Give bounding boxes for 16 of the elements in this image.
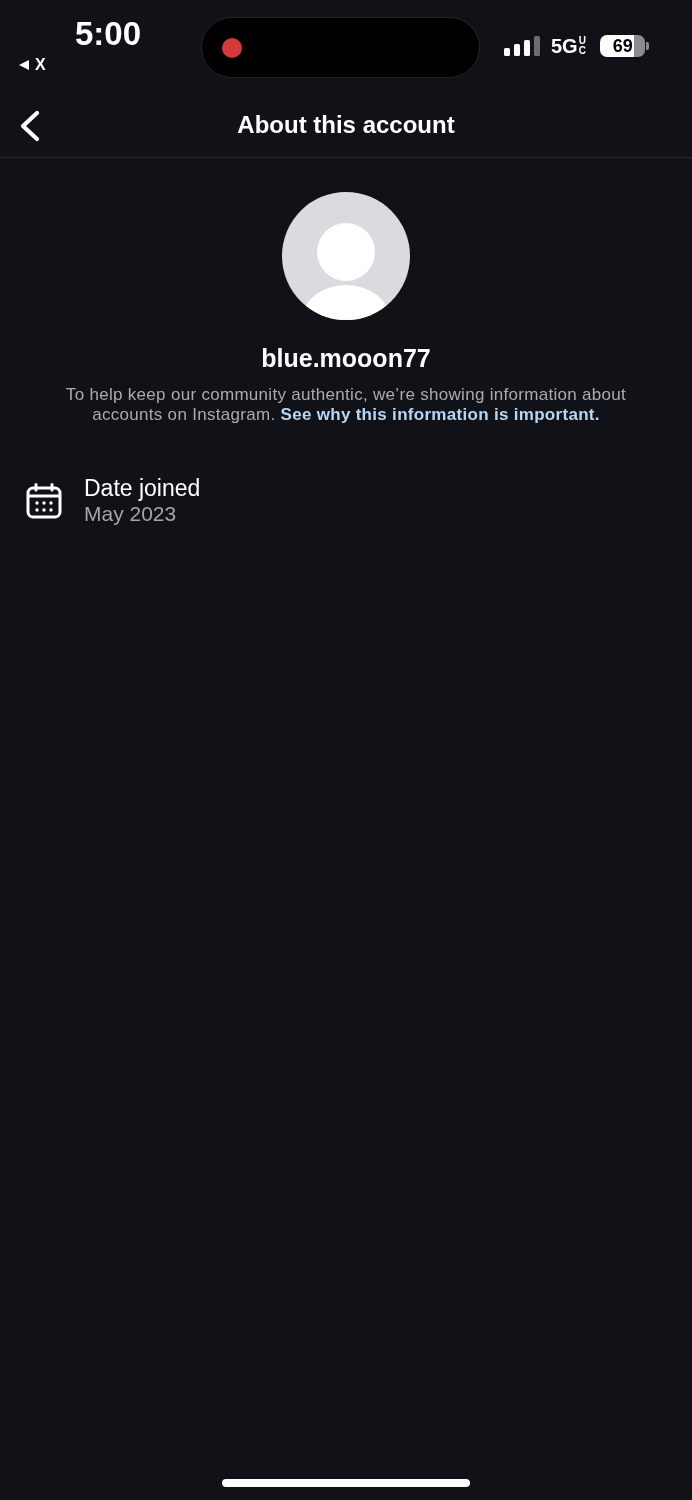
triangle-left-icon <box>19 60 29 70</box>
detail-value: May 2023 <box>84 501 177 526</box>
username: blue.mooon77 <box>261 344 431 372</box>
page-title: About this account <box>237 110 455 139</box>
back-to-app-button[interactable]: X <box>19 56 46 74</box>
calendar-icon <box>26 482 62 519</box>
info-link[interactable]: See why this information is important. <box>280 405 600 424</box>
status-time: 5:00 <box>75 15 142 53</box>
info-text: To help keep our community authentic, we’re showing information about accounts on Instagram. See why this information is important. <box>64 385 628 425</box>
back-button[interactable] <box>18 110 42 142</box>
network-suffix-label: UC <box>578 36 585 56</box>
network-label: 5G <box>551 35 578 57</box>
signal-icon <box>504 36 540 56</box>
detail-label: Date joined <box>84 475 201 501</box>
battery-indicator: 69 <box>600 35 650 57</box>
chevron-left-icon <box>18 110 42 142</box>
